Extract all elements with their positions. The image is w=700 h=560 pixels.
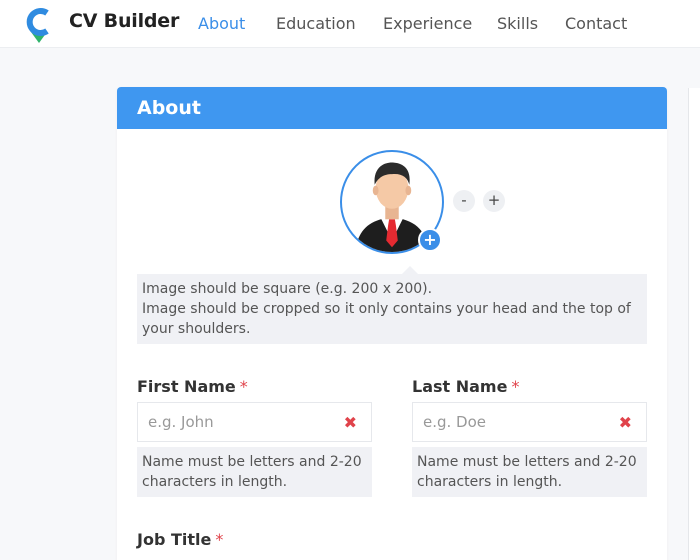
- required-mark: *: [215, 530, 224, 549]
- job-title-label: Job Title *: [137, 530, 223, 549]
- nav-about[interactable]: About: [198, 14, 245, 33]
- about-card: About + - + Image should be square (e.g.…: [117, 87, 667, 560]
- nav-contact[interactable]: Contact: [565, 14, 627, 33]
- clear-first-name-icon[interactable]: ✖: [344, 413, 357, 432]
- first-name-label: First Name *: [137, 377, 248, 396]
- last-name-label: Last Name *: [412, 377, 519, 396]
- cv-builder-logo-icon[interactable]: [25, 6, 53, 44]
- add-photo-button[interactable]: +: [418, 228, 442, 252]
- nav-skills[interactable]: Skills: [497, 14, 538, 33]
- last-name-label-text: Last Name: [412, 377, 508, 396]
- first-name-label-text: First Name: [137, 377, 236, 396]
- required-mark: *: [511, 377, 520, 396]
- image-help-text: Image should be square (e.g. 200 x 200).…: [137, 266, 647, 344]
- about-card-header: About: [117, 87, 667, 129]
- last-name-field[interactable]: ✖: [412, 402, 647, 442]
- first-name-hint: Name must be letters and 2-20 characters…: [137, 447, 372, 497]
- zoom-in-button[interactable]: +: [483, 190, 505, 212]
- first-name-input[interactable]: [138, 403, 328, 441]
- clear-last-name-icon[interactable]: ✖: [619, 413, 632, 432]
- last-name-hint: Name must be letters and 2-20 characters…: [412, 447, 647, 497]
- zoom-out-button[interactable]: -: [453, 190, 475, 212]
- nav-experience[interactable]: Experience: [383, 14, 472, 33]
- nav-education[interactable]: Education: [276, 14, 356, 33]
- image-help-line-2: Image should be cropped so it only conta…: [142, 301, 631, 337]
- top-navbar: CV Builder About Education Experience Sk…: [0, 0, 700, 48]
- about-title: About: [137, 97, 201, 119]
- last-name-input[interactable]: [413, 403, 603, 441]
- avatar-uploader[interactable]: +: [340, 150, 444, 254]
- image-help-line-1: Image should be square (e.g. 200 x 200).: [142, 281, 433, 297]
- required-mark: *: [239, 377, 248, 396]
- job-title-label-text: Job Title: [137, 530, 212, 549]
- brand-name[interactable]: CV Builder: [69, 10, 179, 32]
- side-panel-edge: [688, 88, 700, 560]
- first-name-field[interactable]: ✖: [137, 402, 372, 442]
